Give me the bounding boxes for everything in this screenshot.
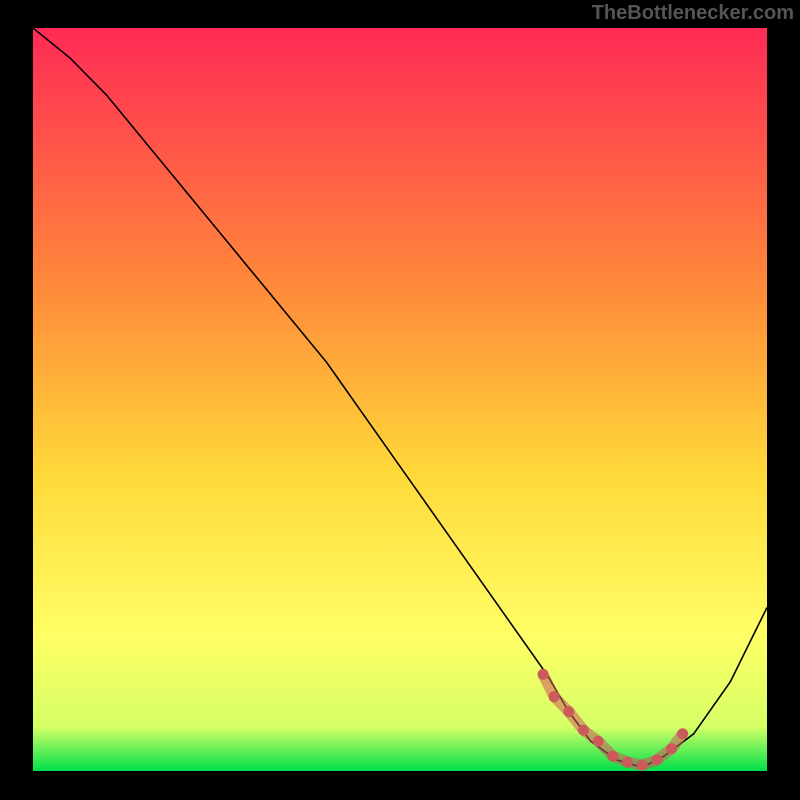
optimal-marker (538, 669, 549, 680)
chart-container: TheBottlenecker.com (0, 0, 800, 800)
optimal-marker (677, 728, 688, 739)
bottleneck-plot-svg (33, 28, 767, 771)
optimal-marker (607, 751, 618, 762)
optimal-marker (593, 736, 604, 747)
optimal-marker (637, 760, 648, 771)
optimal-marker (622, 757, 633, 768)
optimal-marker (549, 691, 560, 702)
optimal-marker (578, 725, 589, 736)
optimal-marker (666, 743, 677, 754)
optimal-marker (651, 754, 662, 765)
watermark-text: TheBottlenecker.com (592, 2, 794, 25)
optimal-marker (563, 706, 574, 717)
plot-area (33, 28, 767, 771)
